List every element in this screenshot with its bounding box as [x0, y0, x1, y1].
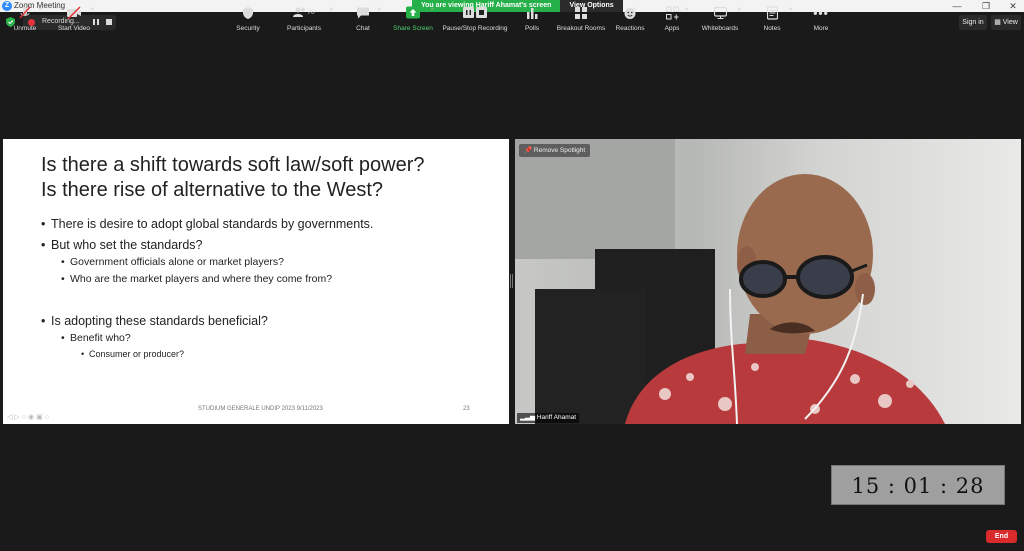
slide-title: Is there a shift towards soft law/soft p… [41, 153, 491, 203]
pause-stop-recording-icon [463, 7, 487, 18]
notes-icon [766, 6, 778, 20]
more-label: More [813, 25, 829, 32]
stop-recording-icon[interactable] [106, 19, 112, 25]
participant-name: Hariff Ahamat [536, 414, 577, 421]
apps-button[interactable]: Apps [662, 6, 682, 32]
security-label: Security [236, 25, 260, 32]
polls-button[interactable]: Polls [521, 6, 543, 32]
breakout-rooms-label: Breakout Rooms [556, 25, 606, 32]
audio-options-caret-icon[interactable]: ^ [39, 8, 42, 14]
apps-icon [665, 6, 679, 20]
security-button[interactable]: Security [232, 6, 264, 32]
participant-video-tile: 📌 Remove Spotlight ▂▃▅ Hariff Ahamat [515, 139, 1021, 424]
chat-label: Chat [356, 25, 370, 32]
view-button[interactable]: ▦ View [991, 15, 1021, 30]
start-video-button[interactable]: Start Video [55, 6, 93, 32]
bullet-level1: But who set the standards? [41, 236, 501, 254]
microphone-muted-icon [19, 6, 31, 19]
notes-button[interactable]: Notes [760, 6, 784, 32]
shared-screen-slide: Is there a shift towards soft law/soft p… [3, 139, 509, 424]
bullet-level2: Government officials alone or market pla… [41, 254, 501, 271]
chat-caret-icon[interactable]: ^ [378, 8, 381, 14]
slide-page-number: 23 [463, 406, 470, 412]
restore-icon[interactable]: ❐ [971, 0, 1001, 12]
whiteboards-button[interactable]: Whiteboards [700, 6, 740, 32]
slide-navigation-controls[interactable]: ◁▷○◉▣○ [7, 413, 51, 421]
meeting-toolbar [0, 517, 1024, 551]
slide-footer: STUDIUM GENERALE UNDIP 2023 9/11/2023 [198, 406, 323, 412]
chat-button[interactable]: Chat [350, 6, 376, 32]
split-view-handle[interactable] [510, 274, 513, 288]
slide-bullet-list: There is desire to adopt global standard… [41, 215, 501, 361]
pause-stop-recording-label: Pause/Stop Recording [442, 25, 508, 32]
remove-spotlight-button[interactable]: 📌 Remove Spotlight [519, 144, 591, 157]
share-screen-label: Share Screen [393, 25, 433, 32]
apps-caret-icon[interactable]: ^ [685, 8, 688, 14]
more-button[interactable]: ••• More [809, 6, 833, 32]
whiteboard-icon [713, 6, 727, 19]
minimize-icon[interactable]: — [942, 0, 972, 12]
signal-bars-icon: ▂▃▅ [520, 414, 535, 421]
video-options-caret-icon[interactable]: ^ [91, 8, 94, 14]
participants-count: 70 [307, 9, 315, 16]
bullet-level2: Benefit who? [41, 330, 501, 347]
more-dots-icon: ••• [813, 6, 829, 20]
participants-label: Participants [287, 25, 321, 32]
apps-label: Apps [664, 25, 680, 32]
polls-icon [527, 8, 538, 19]
sign-in-button[interactable]: Sign in [959, 15, 987, 30]
view-button-label: View [1002, 19, 1018, 26]
chat-icon [357, 7, 369, 19]
slide-title-line-1: Is there a shift towards soft law/soft p… [41, 154, 425, 176]
speaker-video-image [625, 174, 945, 424]
bullet-level2: Who are the market players and where the… [41, 271, 501, 288]
end-meeting-button[interactable]: End [986, 530, 1017, 543]
unmute-label: Unmute [13, 25, 37, 32]
security-shield-icon [243, 7, 253, 19]
start-video-label: Start Video [57, 25, 91, 32]
video-off-icon [67, 6, 81, 20]
participant-name-label: ▂▃▅ Hariff Ahamat [517, 413, 580, 423]
share-screen-caret-icon[interactable]: ^ [431, 8, 434, 14]
breakout-rooms-icon [575, 7, 587, 19]
bullet-level3: Consumer or producer? [41, 347, 501, 361]
whiteboards-label: Whiteboards [701, 25, 739, 32]
svg-text:+: + [633, 7, 636, 13]
notes-label: Notes [763, 25, 781, 32]
pause-stop-recording-button[interactable]: Pause/Stop Recording [442, 6, 508, 32]
slide-title-line-2: Is there rise of alternative to the West… [41, 179, 384, 201]
remove-spotlight-label: Remove Spotlight [533, 147, 586, 154]
close-icon[interactable]: ✕ [998, 0, 1024, 12]
notes-caret-icon[interactable]: ^ [789, 8, 792, 14]
breakout-rooms-button[interactable]: Breakout Rooms [556, 6, 606, 32]
unmute-button[interactable]: Unmute [8, 6, 42, 32]
reactions-label: Reactions [615, 25, 645, 32]
polls-label: Polls [524, 25, 540, 32]
countdown-timer: 15 : 01 : 28 [831, 465, 1005, 505]
bullet-level1: There is desire to adopt global standard… [41, 215, 501, 233]
reactions-icon: + [624, 7, 636, 19]
share-screen-button[interactable]: Share Screen [391, 6, 435, 32]
whiteboards-caret-icon[interactable]: ^ [738, 8, 741, 14]
participants-icon [293, 7, 306, 17]
title-bar: Z Zoom Meeting You are viewing Hariff Ah… [0, 0, 1024, 12]
bullet-level1: Is adopting these standards beneficial? [41, 312, 501, 330]
participants-button[interactable]: 70 Participants [284, 6, 324, 32]
reactions-button[interactable]: + Reactions [614, 6, 646, 33]
zoom-meeting-window: Z Zoom Meeting You are viewing Hariff Ah… [0, 0, 1024, 551]
pause-recording-icon[interactable] [93, 19, 99, 25]
participants-caret-icon[interactable]: ^ [330, 8, 333, 14]
share-screen-icon [406, 6, 420, 19]
